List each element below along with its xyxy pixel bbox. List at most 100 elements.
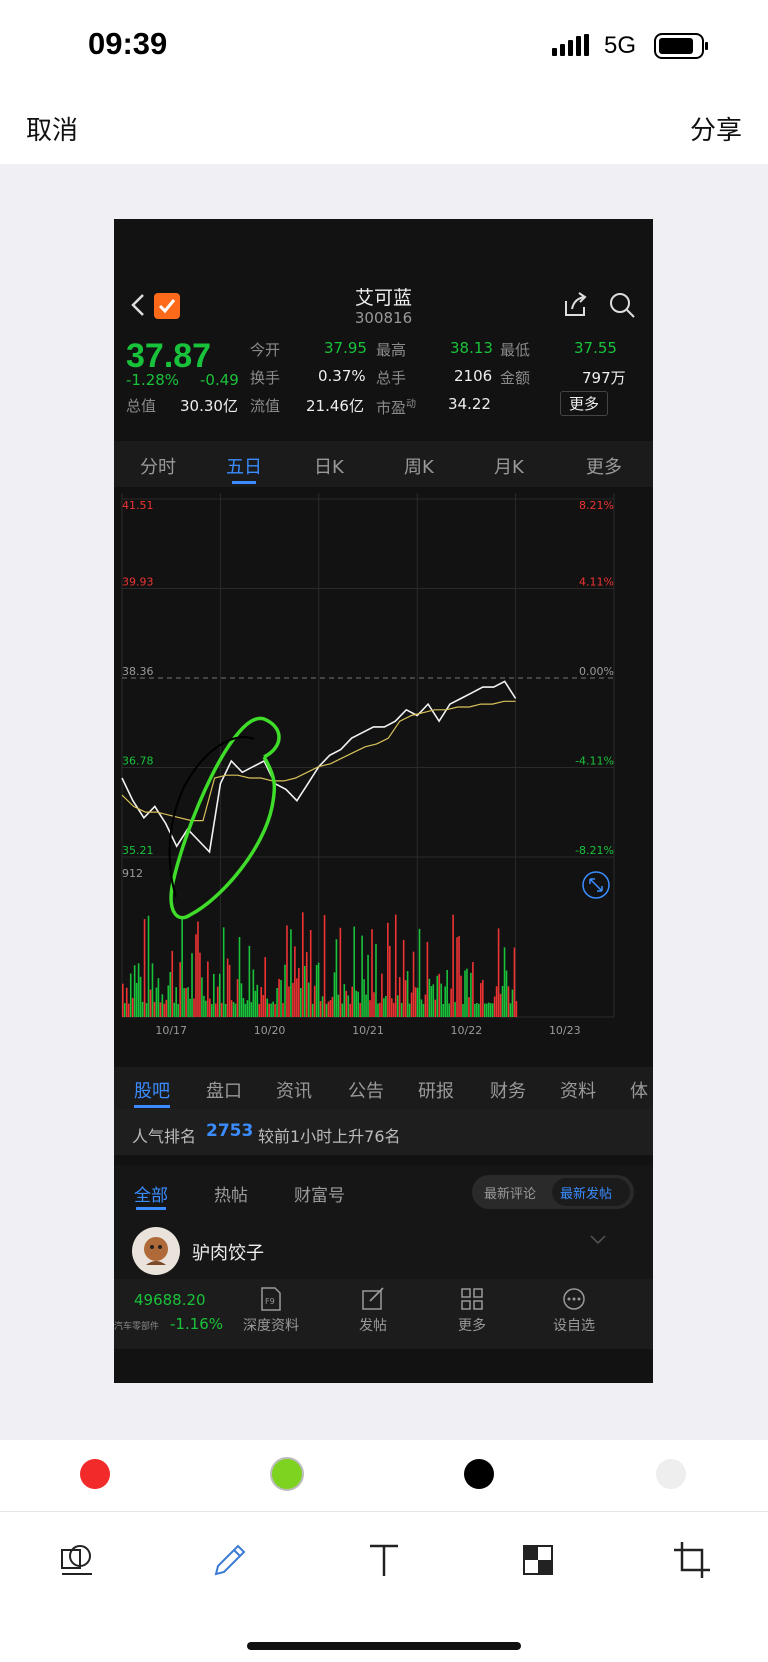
float-label: 流值: [250, 397, 281, 415]
volume-bar: [193, 998, 195, 1017]
post-author[interactable]: 驴肉饺子: [192, 1239, 264, 1265]
popularity-rank-row[interactable]: 人气排名 2753 较前1小时上升76名: [114, 1109, 653, 1155]
volume-bar: [345, 990, 348, 1017]
grid-icon: [461, 1288, 483, 1310]
tab-wealth-account[interactable]: 财富号: [294, 1181, 345, 1206]
volume-bar: [394, 914, 397, 1017]
sort-latest-post[interactable]: 最新发帖: [560, 1183, 612, 1202]
tab-announcements[interactable]: 公告: [348, 1077, 384, 1103]
change-amount: -0.49: [200, 371, 239, 389]
mosaic-icon[interactable]: [518, 1540, 558, 1580]
tab-daily-k[interactable]: 日K: [314, 453, 344, 479]
volume-bar: [515, 1001, 518, 1017]
cancel-button[interactable]: 取消: [26, 110, 78, 147]
tab-partial[interactable]: 体: [630, 1077, 648, 1103]
share-icon[interactable]: [562, 291, 590, 319]
amount-value: 797万: [582, 369, 626, 387]
volume-bar: [440, 983, 443, 1017]
color-white-swatch[interactable]: [656, 1459, 686, 1489]
post-label: 发帖: [359, 1318, 387, 1334]
tab-pankou[interactable]: 盘口: [206, 1077, 242, 1103]
volume-bar: [357, 991, 359, 1017]
volume-bar: [341, 1003, 344, 1017]
sort-latest-comment[interactable]: 最新评论: [484, 1183, 536, 1202]
volume-bar: [426, 941, 429, 1017]
text-icon[interactable]: [364, 1540, 404, 1580]
volume-bar: [211, 1003, 213, 1017]
sticker-icon[interactable]: [58, 1540, 98, 1580]
color-green-swatch[interactable]: [270, 1457, 304, 1491]
edit-canvas[interactable]: 艾可蓝 300816 37.87 -1.28% -0.49 总值 30.30亿 …: [0, 164, 768, 1543]
volume-bar: [143, 919, 146, 1017]
volume-bar: [197, 921, 199, 1017]
volume-bar: [507, 986, 510, 1017]
pencil-icon[interactable]: [210, 1540, 250, 1580]
volume-bar: [377, 1003, 379, 1017]
tab-hot-posts[interactable]: 热帖: [214, 1181, 248, 1206]
tab-more[interactable]: 更多: [586, 453, 622, 479]
volume-bar: [472, 962, 474, 1017]
expand-icon-arrows: [589, 878, 603, 892]
post-item[interactable]: 驴肉饺子: [114, 1221, 653, 1279]
volume-bar: [474, 1003, 476, 1017]
volume-bar: [252, 969, 255, 1017]
volume-bar: [503, 947, 506, 1017]
rank-description: 较前1小时上升76名: [258, 1127, 401, 1146]
volume-bar: [446, 969, 448, 1017]
volume-bar: [292, 983, 294, 1017]
volume-bar: [371, 929, 373, 1017]
tab-intraday[interactable]: 分时: [140, 453, 176, 479]
volume-bar: [497, 928, 500, 1017]
volume-bar: [359, 1002, 361, 1017]
deep-data-label: 深度资料: [243, 1318, 299, 1334]
volume-bar: [495, 986, 498, 1017]
volume-bar: [402, 939, 405, 1017]
color-red-swatch[interactable]: [80, 1459, 110, 1489]
turnover-label: 换手: [250, 369, 281, 387]
tab-news[interactable]: 资讯: [276, 1077, 312, 1103]
volume-bar: [499, 993, 502, 1017]
volume-bar: [349, 1003, 352, 1017]
volume-bar: [137, 963, 140, 1017]
volume-bar: [153, 1002, 156, 1017]
volume-bar: [151, 963, 154, 1017]
tab-all-posts[interactable]: 全部: [134, 1181, 168, 1206]
volume-bar: [511, 989, 514, 1017]
volume-bar: [483, 1003, 486, 1017]
chevron-down-icon[interactable]: [590, 1235, 606, 1245]
color-black-swatch[interactable]: [464, 1459, 494, 1489]
sector-change: -1.16%: [170, 1315, 224, 1333]
more-quote-button[interactable]: 更多: [560, 391, 609, 416]
volume-bar: [466, 968, 468, 1017]
tab-profile[interactable]: 资料: [560, 1077, 596, 1103]
volume-bar: [448, 1003, 450, 1017]
avatar[interactable]: [132, 1227, 180, 1275]
price-tick-label: 39.93: [122, 576, 154, 589]
tab-guba[interactable]: 股吧: [134, 1077, 170, 1103]
pct-tick-label: 8.21%: [579, 499, 614, 512]
search-icon[interactable]: [608, 291, 636, 319]
crop-icon[interactable]: [672, 1540, 712, 1580]
tab-research[interactable]: 研报: [418, 1077, 454, 1103]
post-button[interactable]: 发帖: [333, 1287, 413, 1335]
tab-five-day[interactable]: 五日: [226, 453, 262, 479]
volume-bar: [173, 1002, 176, 1017]
more-button[interactable]: 更多: [432, 1287, 512, 1335]
tab-finance[interactable]: 财务: [490, 1077, 526, 1103]
editor-header: 取消 分享: [0, 90, 768, 164]
volume-bar: [387, 922, 389, 1017]
volume-bar: [485, 1003, 488, 1017]
stock-bottom-bar: 49688.20 汽车零部件 -1.16% F9 深度资料 发帖 更多 设自选: [114, 1279, 653, 1349]
volume-bar: [169, 971, 172, 1017]
volume-bar: [272, 1001, 274, 1017]
ellipsis-circle-icon: [563, 1288, 585, 1310]
volume-bar: [214, 1003, 217, 1017]
deep-data-button[interactable]: F9 深度资料: [231, 1287, 311, 1335]
volume-bar: [254, 990, 257, 1017]
volume-bar: [432, 984, 435, 1017]
add-watchlist-button[interactable]: 设自选: [534, 1287, 614, 1335]
volume-bar: [147, 915, 150, 1017]
tab-monthly-k[interactable]: 月K: [494, 453, 524, 479]
share-button[interactable]: 分享: [690, 110, 742, 147]
tab-weekly-k[interactable]: 周K: [404, 453, 434, 479]
